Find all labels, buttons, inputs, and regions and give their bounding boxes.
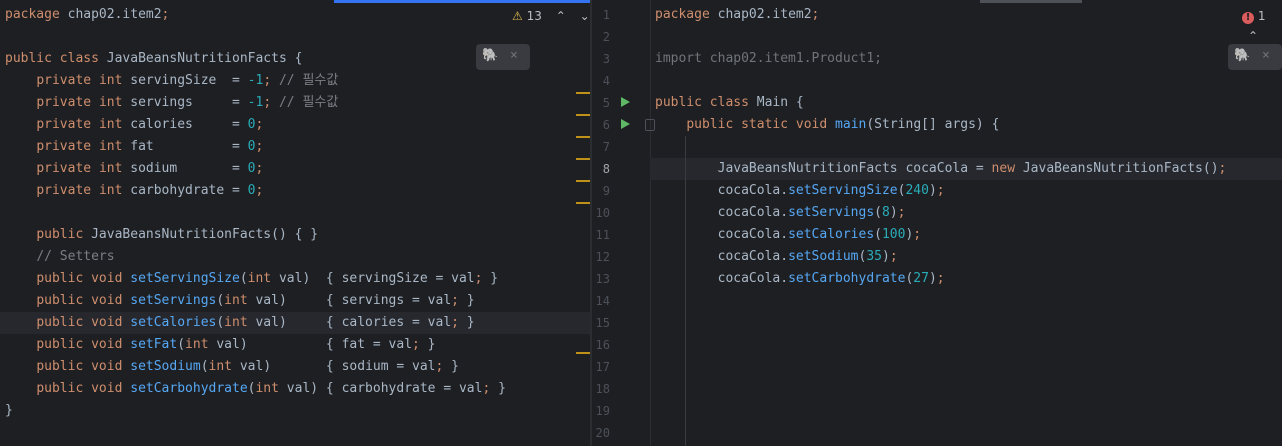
warning-stripe[interactable]	[576, 158, 590, 160]
line-number: 20	[595, 426, 610, 440]
code-line[interactable]: public void setServings(int val) { servi…	[0, 290, 590, 312]
code-line[interactable]: }	[0, 400, 590, 422]
warning-stripe[interactable]	[576, 114, 590, 116]
code-line[interactable]	[650, 26, 1282, 48]
code-line[interactable]: // Setters	[0, 246, 590, 268]
run-class-icon[interactable]	[621, 97, 630, 107]
line-number: 2	[602, 30, 610, 44]
code-line[interactable]: import chap02.item1.Product1;	[650, 48, 1282, 70]
code-line[interactable]: package chap02.item2;	[0, 4, 590, 26]
code-text: cocaCola.setServingSize(240);	[655, 183, 945, 198]
code-text: public JavaBeansNutritionFacts() { }	[36, 227, 319, 242]
line-number: 15	[595, 316, 610, 330]
code-text: private int fat = 0;	[36, 139, 264, 154]
code-text: public void setSodium(int val) { sodium …	[36, 359, 459, 374]
code-line[interactable]: public class JavaBeansNutritionFacts {	[0, 48, 590, 70]
line-number: 7	[602, 140, 610, 154]
code-text: cocaCola.setCalories(100);	[655, 227, 922, 242]
code-line[interactable]: public void setCarbohydrate(int val) { c…	[0, 378, 590, 400]
code-line[interactable]: private int servingSize = -1; // 필수값	[0, 70, 590, 92]
code-text: public static void main(String[] args) {	[686, 117, 1000, 132]
warning-stripe[interactable]	[576, 352, 590, 354]
line-number: 8	[602, 162, 610, 176]
code-text: public void setCalories(int val) { calor…	[36, 315, 475, 330]
code-line[interactable]: cocaCola.setCalories(100);	[650, 224, 1282, 246]
code-line[interactable]: public JavaBeansNutritionFacts() { }	[0, 224, 590, 246]
line-number: 16	[595, 338, 610, 352]
code-text: public class JavaBeansNutritionFacts {	[5, 51, 303, 66]
code-text: public void setCarbohydrate(int val) { c…	[36, 381, 506, 396]
line-number: 14	[595, 294, 610, 308]
code-line[interactable]: JavaBeansNutritionFacts cocaCola = new J…	[650, 158, 1282, 180]
code-line[interactable]: public void setSodium(int val) { sodium …	[0, 356, 590, 378]
code-line[interactable]: private int sodium = 0;	[0, 158, 590, 180]
warning-stripe[interactable]	[576, 92, 590, 94]
code-text: cocaCola.setCarbohydrate(27);	[655, 271, 945, 286]
code-text: import chap02.item1.Product1;	[655, 51, 882, 66]
code-text: JavaBeansNutritionFacts cocaCola = new J…	[655, 161, 1227, 176]
line-number: 18	[595, 382, 610, 396]
code-line[interactable]	[0, 26, 590, 48]
code-text: private int sodium = 0;	[36, 161, 264, 176]
line-number: 13	[595, 272, 610, 286]
code-line[interactable]: cocaCola.setServingSize(240);	[650, 180, 1282, 202]
fold-icon[interactable]	[645, 119, 655, 131]
code-text: public void setServingSize(int val) { se…	[36, 271, 499, 286]
tab-indicator	[334, 0, 590, 3]
code-line[interactable]	[650, 70, 1282, 92]
code-line[interactable]: public void setFat(int val) { fat = val;…	[0, 334, 590, 356]
code-text: cocaCola.setServings(8);	[655, 205, 906, 220]
code-line[interactable]: private int carbohydrate = 0;	[0, 180, 590, 202]
code-line[interactable]: private int calories = 0;	[0, 114, 590, 136]
line-number: 1	[602, 8, 610, 22]
code-text: cocaCola.setSodium(35);	[655, 249, 898, 264]
line-number: 11	[595, 228, 610, 242]
code-line[interactable]: public void setCalories(int val) { calor…	[0, 312, 590, 334]
line-number: 3	[602, 52, 610, 66]
code-text: private int servings = -1; // 필수값	[36, 95, 339, 110]
code-text: }	[5, 403, 13, 418]
right-editor-pane[interactable]: ! 1 ⌃ 🐘 × 1 2 3 4 5 6 7 8 9 10 11 12 13 14 15 16 17 18 19 2…	[592, 0, 1282, 446]
warning-stripe[interactable]	[576, 136, 590, 138]
line-number: 17	[595, 360, 610, 374]
code-line[interactable]: cocaCola.setServings(8);	[650, 202, 1282, 224]
code-line[interactable]: public class Main {	[650, 92, 1282, 114]
code-text: private int calories = 0;	[36, 117, 264, 132]
warning-stripe[interactable]	[576, 202, 590, 204]
code-text: private int servingSize = -1; // 필수값	[36, 73, 339, 88]
line-number: 9	[602, 184, 610, 198]
code-text: public void setServings(int val) { servi…	[36, 293, 475, 308]
code-line[interactable]	[650, 136, 1282, 158]
code-line[interactable]: cocaCola.setCarbohydrate(27);	[650, 268, 1282, 290]
code-text: public class Main {	[655, 95, 804, 110]
line-number: 5	[602, 96, 610, 110]
line-number: 6	[602, 118, 610, 132]
line-number: 12	[595, 250, 610, 264]
code-line[interactable]: public void setServingSize(int val) { se…	[0, 268, 590, 290]
code-text: public void setFat(int val) { fat = val;…	[36, 337, 436, 352]
line-number-gutter[interactable]: 1 2 3 4 5 6 7 8 9 10 11 12 13 14 15 16 17 18 19 20	[592, 0, 651, 446]
run-main-icon[interactable]	[621, 119, 630, 129]
line-number: 4	[602, 74, 610, 88]
left-editor-pane[interactable]: ⚠ 13 ⌃ ⌄ 🐘 × package chap02.item2; public…	[0, 0, 590, 446]
warning-stripe[interactable]	[576, 180, 590, 182]
indent-guide	[685, 136, 686, 446]
code-line[interactable]: private int servings = -1; // 필수값	[0, 92, 590, 114]
code-text: package chap02.item2;	[655, 7, 820, 22]
code-line[interactable]: private int fat = 0;	[0, 136, 590, 158]
right-code-area[interactable]: package chap02.item2; import chap02.item1…	[650, 0, 1282, 446]
line-number: 10	[595, 206, 610, 220]
code-text: // Setters	[36, 249, 115, 264]
code-line[interactable]: cocaCola.setSodium(35);	[650, 246, 1282, 268]
code-line[interactable]: public static void main(String[] args) {	[650, 114, 1282, 136]
code-line[interactable]	[0, 202, 590, 224]
line-number: 19	[595, 404, 610, 418]
code-text: private int carbohydrate = 0;	[36, 183, 264, 198]
code-line[interactable]: package chap02.item2;	[650, 4, 1282, 26]
code-text: package chap02.item2;	[5, 7, 170, 22]
